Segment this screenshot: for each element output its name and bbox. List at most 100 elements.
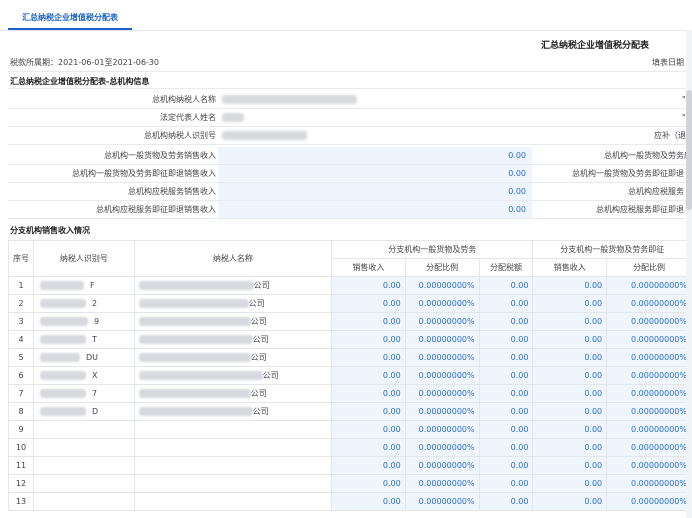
col-group-refund: 分支机构一般货物及劳务即征	[532, 240, 692, 259]
value-cell[interactable]: 0.00	[478, 438, 534, 457]
id-suffix: D	[92, 407, 99, 416]
value-cell[interactable]: 0.00000000%	[404, 276, 480, 295]
taxpayer-name-cell: 公司	[133, 402, 333, 421]
name-suffix: 公司	[250, 353, 267, 362]
taxpayer-name-cell	[133, 456, 333, 475]
taxpayer-id-cell: 7	[33, 384, 135, 403]
value-cell[interactable]: 0.00000000%	[606, 474, 692, 493]
vertical-scrollbar[interactable]	[686, 30, 692, 518]
value-cell[interactable]: 0.00000000%	[606, 492, 692, 511]
value-cell[interactable]: 0.00	[478, 348, 534, 367]
value-cell[interactable]: 0.00	[532, 402, 608, 421]
table-row: 10 0.00 0.00000000% 0.00 0.00 0.00000000%	[8, 438, 692, 457]
value-cell[interactable]: 0.00	[478, 492, 534, 511]
value-cell[interactable]: 0.00	[532, 474, 608, 493]
value-cell[interactable]: 0.00000000%	[606, 438, 692, 457]
value-cell[interactable]: 0.00	[478, 276, 534, 295]
row-number: 6	[8, 366, 34, 385]
value-cell[interactable]: 0.00000000%	[606, 402, 692, 421]
value-cell[interactable]: 0.00	[532, 348, 608, 367]
value-cell[interactable]: 0.00000000%	[606, 456, 692, 475]
right-label: 应补（退	[654, 131, 686, 140]
table-row: 4 T 公司 0.00 0.00000000% 0.00 0.00 0.00000000%	[8, 330, 692, 349]
value-cell[interactable]: 0.00	[478, 420, 534, 439]
value-cell[interactable]: 0.00000000%	[606, 312, 692, 331]
value-cell[interactable]: 0.00000000%	[606, 330, 692, 349]
value-cell[interactable]: 0.00	[331, 456, 406, 475]
amount-field[interactable]: 0.00	[218, 183, 532, 200]
value-cell[interactable]: 0.00000000%	[606, 276, 692, 295]
value-cell[interactable]: 0.00	[478, 402, 534, 421]
value-cell[interactable]: 0.00	[331, 276, 406, 295]
value-cell[interactable]: 0.00000000%	[606, 348, 692, 367]
value-cell[interactable]: 0.00000000%	[404, 402, 480, 421]
value-cell[interactable]: 0.00	[331, 492, 406, 511]
value-cell[interactable]: 0.00	[532, 276, 608, 295]
value-cell[interactable]: 0.00	[331, 474, 406, 493]
col-group-general: 分支机构一般货物及劳务	[331, 240, 534, 259]
value-cell[interactable]: 0.00	[331, 402, 406, 421]
value-cell[interactable]: 0.00000000%	[404, 474, 480, 493]
value-cell[interactable]: 0.00	[532, 312, 608, 331]
value-cell[interactable]: 0.00	[478, 312, 534, 331]
value-cell[interactable]: 0.00	[532, 384, 608, 403]
amount-field[interactable]: 0.00	[218, 201, 532, 218]
value-cell[interactable]: 0.00	[331, 312, 406, 331]
value-cell[interactable]: 0.00000000%	[404, 348, 480, 367]
taxpayer-id-cell: T	[33, 330, 135, 349]
amount-field[interactable]: 0.00	[218, 165, 532, 182]
value-cell[interactable]: 0.00000000%	[606, 384, 692, 403]
value-cell[interactable]: 0.00	[478, 366, 534, 385]
value-cell[interactable]: 0.00	[478, 474, 534, 493]
taxpayer-name-cell	[133, 492, 333, 511]
amount-label: 总机构一般货物及劳务销售收入	[104, 151, 216, 160]
value-cell[interactable]: 0.00	[331, 366, 406, 385]
amount-field[interactable]: 0.00	[218, 147, 532, 164]
value-cell[interactable]: 0.00000000%	[404, 366, 480, 385]
value-cell[interactable]: 0.00	[331, 438, 406, 457]
tab-vat-allocation[interactable]: 汇总纳税企业增值税分配表	[8, 6, 132, 30]
value-cell[interactable]: 0.00	[532, 438, 608, 457]
sub-ratio: 分配比例	[404, 258, 480, 277]
value-cell[interactable]: 0.00000000%	[404, 492, 480, 511]
value-cell[interactable]: 0.00	[478, 294, 534, 313]
redacted-id	[40, 299, 86, 308]
id-suffix: 9	[94, 317, 100, 326]
value-cell[interactable]: 0.00000000%	[404, 456, 480, 475]
redacted-name	[138, 353, 251, 362]
value-cell[interactable]: 0.00	[331, 294, 406, 313]
value-cell[interactable]: 0.00	[532, 366, 608, 385]
scrollbar-thumb[interactable]	[686, 90, 692, 210]
value-cell[interactable]: 0.00000000%	[404, 312, 480, 331]
value-cell[interactable]: 0.00	[532, 420, 608, 439]
amount-label: 总机构一般货物及劳务即征即退销售收入	[72, 169, 216, 178]
redacted-name	[138, 371, 263, 380]
value-cell[interactable]: 0.00000000%	[404, 294, 480, 313]
value-cell[interactable]: 0.00000000%	[404, 420, 480, 439]
taxpayer-id-cell	[33, 420, 135, 439]
value-cell[interactable]: 0.00000000%	[606, 420, 692, 439]
name-suffix: 公司	[250, 317, 267, 326]
value-cell[interactable]: 0.00000000%	[606, 294, 692, 313]
redacted-name	[138, 299, 249, 308]
value-cell[interactable]: 0.00	[532, 456, 608, 475]
value-cell[interactable]: 0.00	[478, 384, 534, 403]
table-row: 13 0.00 0.00000000% 0.00 0.00 0.00000000%	[8, 492, 692, 511]
value-cell[interactable]: 0.00	[331, 420, 406, 439]
redacted-name	[138, 407, 253, 416]
taxpayer-name-cell	[133, 474, 333, 493]
value-cell[interactable]: 0.00000000%	[404, 438, 480, 457]
taxpayer-id-cell: X	[33, 366, 135, 385]
value-cell[interactable]: 0.00	[331, 348, 406, 367]
value-cell[interactable]: 0.00	[331, 384, 406, 403]
value-cell[interactable]: 0.00	[532, 492, 608, 511]
value-cell[interactable]: 0.00	[331, 330, 406, 349]
value-cell[interactable]: 0.00000000%	[606, 366, 692, 385]
value-cell[interactable]: 0.00	[532, 294, 608, 313]
value-cell[interactable]: 0.00000000%	[404, 384, 480, 403]
name-suffix: 公司	[253, 281, 270, 290]
value-cell[interactable]: 0.00000000%	[404, 330, 480, 349]
value-cell[interactable]: 0.00	[532, 330, 608, 349]
value-cell[interactable]: 0.00	[478, 456, 534, 475]
value-cell[interactable]: 0.00	[478, 330, 534, 349]
